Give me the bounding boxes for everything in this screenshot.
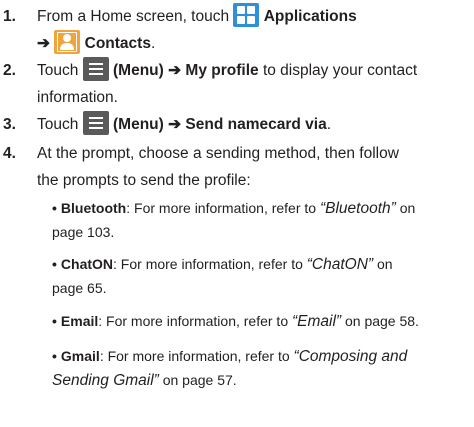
step-text-end: . (150, 35, 156, 52)
contacts-icon (54, 30, 81, 54)
gmail-reference-link[interactable]: Sending Gmail” (52, 372, 159, 389)
my-profile-label: My profile (185, 62, 259, 79)
arrow-icon: ➔ (168, 62, 182, 79)
bullet-term: Bluetooth (60, 200, 127, 216)
bullet-text: page 103. (52, 224, 115, 240)
bullet-text: on page 57. (162, 372, 237, 388)
email-reference-link[interactable]: “Email” (292, 313, 341, 330)
step-line: ➔ Contacts. (37, 30, 470, 57)
bullet: • (52, 348, 57, 364)
step-text: From a Home screen, touch (37, 8, 230, 25)
bullet: • (52, 256, 57, 272)
bullet-text: : For more information, refer to (113, 256, 303, 272)
bullet-text: on (376, 256, 393, 272)
arrow-icon: ➔ (168, 116, 182, 133)
bullet: • (52, 200, 57, 216)
send-namecard-label: Send namecard via (185, 116, 327, 133)
bullet-text: page 65. (52, 280, 107, 296)
step-line: At the prompt, choose a sending method, … (37, 145, 399, 162)
bullet-text: on page 58. (344, 313, 419, 329)
bullet-term: ChatON (60, 256, 114, 272)
applications-grid-icon (233, 3, 260, 27)
step-text: Touch (37, 116, 79, 133)
bullet-text: : For more information, refer to (126, 200, 317, 216)
step-number: 1. (3, 8, 16, 25)
arrow-icon: ➔ (37, 35, 50, 52)
bluetooth-reference-link[interactable]: “Bluetooth” (320, 200, 396, 217)
applications-label: Applications (263, 8, 357, 25)
contacts-label: Contacts (84, 35, 151, 52)
menu-label: (Menu) (113, 116, 164, 133)
list-item-chaton: • ChatON: For more information, refer to … (52, 252, 470, 300)
step-line: Touch (Menu) ➔ Send namecard via. (37, 111, 470, 138)
menu-key-icon (82, 111, 109, 135)
step-text: information. (37, 89, 118, 106)
step-number: 2. (3, 62, 16, 79)
list-item-bluetooth: • Bluetooth: For more information, refer … (52, 196, 470, 244)
bullet-text: : For more information, refer to (98, 313, 289, 329)
step-text-end: . (326, 116, 332, 133)
bullet-text: on (399, 200, 416, 216)
list-item-email: • Email: For more information, refer to “… (52, 309, 470, 333)
step-line: From a Home screen, touch Applications (37, 3, 470, 30)
step-line: Touch (Menu) ➔ My profile to display you… (37, 57, 470, 84)
manual-page: 1. From a Home screen, touch Application… (0, 0, 474, 427)
step-text: to display your contact (262, 62, 418, 79)
gmail-reference-link[interactable]: “Composing and (294, 348, 408, 365)
chaton-reference-link[interactable]: “ChatON” (307, 256, 373, 273)
step-number: 3. (3, 116, 16, 133)
bullet-term: Gmail (60, 348, 100, 364)
menu-label: (Menu) (113, 62, 164, 79)
list-item-gmail: • Gmail: For more information, refer to “… (52, 344, 470, 392)
bullet: • (52, 313, 57, 329)
bullet-term: Email (60, 313, 99, 329)
step-line: the prompts to send the profile: (37, 172, 251, 189)
step-text: Touch (37, 62, 79, 79)
bullet-text: : For more information, refer to (99, 348, 290, 364)
step-number: 4. (3, 145, 16, 162)
menu-key-icon (82, 57, 109, 81)
step-line: information. (37, 84, 470, 111)
